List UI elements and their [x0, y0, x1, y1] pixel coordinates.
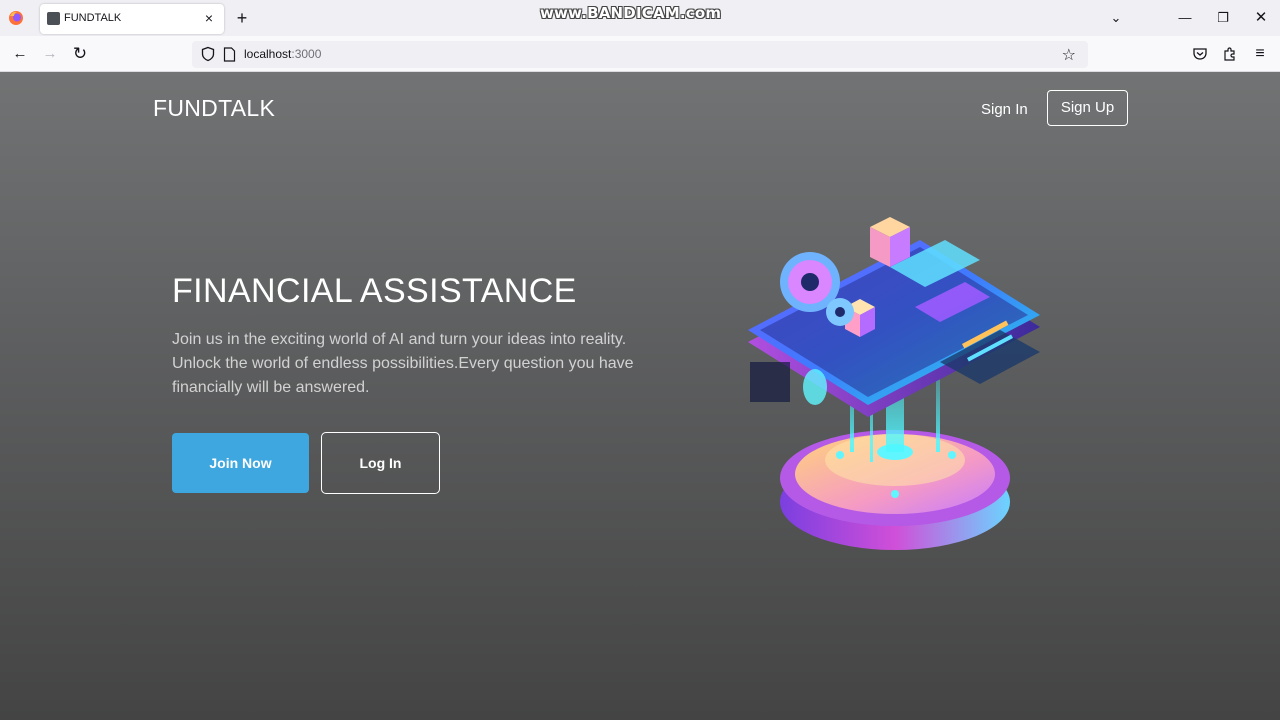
url-host: localhost — [244, 47, 292, 61]
restore-window-button[interactable]: ❐ — [1213, 8, 1233, 28]
log-in-button[interactable]: Log In — [321, 432, 440, 494]
page-info-icon[interactable] — [223, 47, 236, 62]
pocket-icon[interactable] — [1191, 45, 1209, 63]
hero-title: FINANCIAL ASSISTANCE — [172, 272, 577, 310]
browser-nav-bar: ← → ↻ localhost:3000 ☆ ≡ — [0, 36, 1280, 72]
tab-close-icon[interactable]: × — [200, 9, 218, 27]
address-bar[interactable]: localhost:3000 ☆ — [192, 41, 1088, 68]
recording-watermark: www.BANDICAM.com — [540, 4, 722, 22]
ai-tech-illustration — [748, 217, 1040, 550]
list-tabs-chevron-down-icon[interactable]: ⌄ — [1106, 8, 1126, 28]
tab-favicon-icon — [47, 12, 60, 25]
forward-arrow-icon[interactable]: → — [41, 45, 59, 63]
url-text[interactable]: localhost:3000 — [244, 47, 321, 61]
bookmark-star-icon[interactable]: ☆ — [1062, 45, 1076, 65]
extensions-puzzle-icon[interactable] — [1221, 45, 1239, 63]
minimize-window-button[interactable]: — — [1175, 8, 1195, 28]
browser-tab[interactable]: FUNDTALK × — [40, 4, 224, 34]
new-tab-button[interactable]: + — [232, 8, 252, 28]
hamburger-menu-icon[interactable]: ≡ — [1251, 45, 1269, 63]
firefox-icon[interactable] — [8, 10, 24, 26]
sign-up-button[interactable]: Sign Up — [1047, 90, 1128, 126]
close-window-button[interactable]: ✕ — [1251, 8, 1271, 28]
brand-logo[interactable]: FUNDTALK — [153, 95, 275, 122]
tracking-shield-icon[interactable] — [200, 46, 216, 62]
url-port: :3000 — [291, 47, 322, 61]
back-arrow-icon[interactable]: ← — [11, 45, 29, 63]
landing-page: FUNDTALK Sign In Sign Up FINANCIAL ASSIS… — [0, 72, 1280, 720]
sign-in-link[interactable]: Sign In — [981, 101, 1028, 118]
join-now-button[interactable]: Join Now — [172, 433, 309, 493]
browser-tab-bar: FUNDTALK × + www.BANDICAM.com ⌄ — ❐ ✕ — [0, 0, 1280, 36]
reload-icon[interactable]: ↻ — [71, 45, 89, 63]
hero-description: Join us in the exciting world of AI and … — [172, 331, 634, 396]
tab-title: FUNDTALK — [64, 12, 122, 24]
